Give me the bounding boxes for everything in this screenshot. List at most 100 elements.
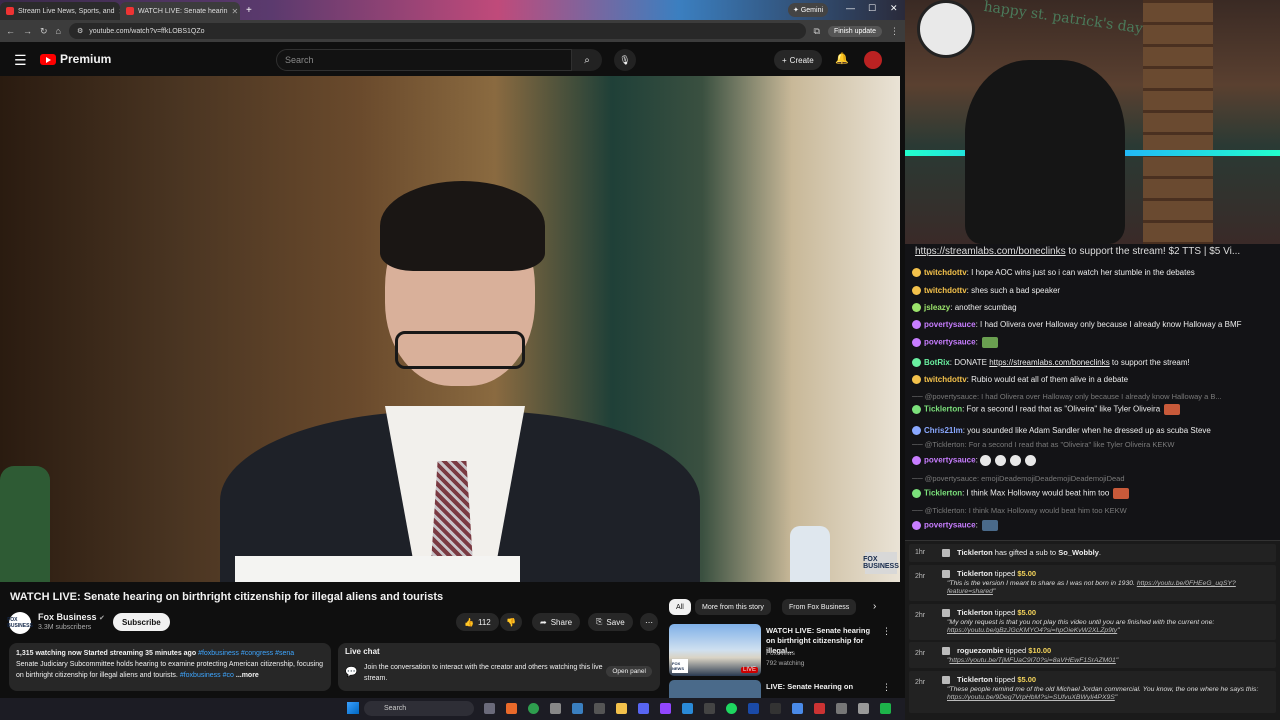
- more-vert-icon[interactable]: ⋮: [882, 682, 891, 693]
- create-button[interactable]: + Create: [774, 50, 822, 70]
- taskbar-search[interactable]: Search: [364, 701, 474, 716]
- terminal-icon[interactable]: [594, 703, 605, 714]
- search-input[interactable]: Search: [276, 49, 572, 71]
- app-icon[interactable]: [792, 703, 803, 714]
- chat-username[interactable]: povertysauce: [924, 521, 976, 530]
- spotify-icon[interactable]: [726, 703, 737, 714]
- app-icon[interactable]: [858, 703, 869, 714]
- chat-username[interactable]: BotRix: [924, 358, 950, 367]
- chat-username[interactable]: Ticklerton: [924, 405, 962, 414]
- task-view-icon[interactable]: [484, 703, 495, 714]
- save-button[interactable]: ⎘ Save: [588, 613, 633, 631]
- chrome-icon[interactable]: [528, 703, 539, 714]
- chevron-right-icon[interactable]: ›: [873, 601, 876, 612]
- chat-username[interactable]: twitchdottv: [924, 268, 967, 277]
- chip-from-fox-business[interactable]: From Fox Business: [782, 599, 857, 615]
- app-icon[interactable]: [836, 703, 847, 714]
- search-icon[interactable]: ⌕: [572, 49, 602, 71]
- youtube-logo[interactable]: Premium: [40, 52, 111, 66]
- maximize-icon[interactable]: ☐: [868, 3, 876, 14]
- recommendation-thumbnail[interactable]: [669, 680, 761, 698]
- chat-username[interactable]: jsleazy: [924, 303, 950, 312]
- tip-message-link[interactable]: https://youtu.be/9Deg7VrpHbM?si=SUfvuXBW…: [947, 694, 1115, 701]
- notifications-bell-icon[interactable]: 🔔: [835, 52, 849, 65]
- app-icon[interactable]: [682, 703, 693, 714]
- show-more-link[interactable]: ...more: [236, 672, 259, 679]
- mascot-plush-image: [917, 0, 975, 58]
- like-button[interactable]: 👍 112: [456, 613, 499, 631]
- file-explorer-icon[interactable]: [616, 703, 627, 714]
- chat-link[interactable]: https://streamlabs.com/boneclinks: [989, 358, 1110, 367]
- app-icon[interactable]: [550, 703, 561, 714]
- channel-avatar[interactable]: FOX BUSINESS: [7, 612, 33, 634]
- description-text-tags[interactable]: #foxbusiness #co: [180, 672, 234, 679]
- browser-tab-2[interactable]: WATCH LIVE: Senate hearin ✕: [120, 2, 240, 20]
- event-user[interactable]: Ticklerton: [957, 608, 993, 617]
- chat-text: : Rubio would eat all of them alive in a…: [966, 375, 1129, 384]
- gift-recipient[interactable]: So_Wobbly: [1058, 548, 1099, 557]
- chat-message: BotRix: DONATE https://streamlabs.com/bo…: [912, 358, 1274, 368]
- event-user[interactable]: Ticklerton: [957, 675, 993, 684]
- event-user[interactable]: Ticklerton: [957, 548, 993, 557]
- app-icon[interactable]: [506, 703, 517, 714]
- open-panel-button[interactable]: Open panel: [606, 666, 652, 677]
- dislike-button[interactable]: 👎: [500, 613, 522, 631]
- extensions-icon[interactable]: ⧉: [814, 26, 820, 37]
- chat-username[interactable]: twitchdottv: [924, 375, 967, 384]
- event-user[interactable]: Ticklerton: [957, 569, 993, 578]
- home-icon[interactable]: ⌂: [56, 26, 61, 36]
- app-icon[interactable]: [660, 703, 671, 714]
- tip-message-link[interactable]: https://youtu.be/TjMFUaC9I70?si=8aVHEwF1…: [949, 657, 1115, 664]
- reload-icon[interactable]: ↻: [40, 26, 48, 37]
- chat-badge-icon: [912, 375, 921, 385]
- video-player[interactable]: FOX BUSINESS: [0, 76, 900, 582]
- chip-all[interactable]: All: [669, 599, 691, 615]
- app-icon[interactable]: [814, 703, 825, 714]
- recommendation-channel[interactable]: Fox News: [766, 650, 795, 657]
- close-icon[interactable]: ✕: [231, 7, 238, 16]
- chat-username[interactable]: povertysauce: [924, 456, 976, 465]
- description-tags[interactable]: #foxbusiness #congress #sena: [198, 650, 294, 657]
- chat-badge-icon: [912, 303, 921, 313]
- tip-message-text: "This is the version I meant to share as…: [947, 580, 1137, 587]
- app-icon[interactable]: [748, 703, 759, 714]
- url-field[interactable]: ⚙ youtube.com/watch?v=ffkLOBS1QZo: [68, 23, 806, 39]
- chat-username[interactable]: Chris21Im: [924, 426, 963, 435]
- tip-message-link[interactable]: https://youtu.be/gBzJGcKMYO4?si=hpOieKvW…: [947, 627, 1117, 634]
- browser-menu-icon[interactable]: ⋮: [890, 26, 899, 37]
- description-box[interactable]: 1,315 watching now Started streaming 35 …: [9, 643, 331, 691]
- windows-start-icon[interactable]: [347, 702, 359, 714]
- chat-username[interactable]: povertysauce: [924, 338, 976, 347]
- site-info-icon[interactable]: ⚙: [77, 27, 83, 35]
- back-icon[interactable]: ←: [6, 26, 15, 36]
- avatar[interactable]: [864, 51, 882, 69]
- app-icon[interactable]: [880, 703, 891, 714]
- channel-name[interactable]: Fox Business ✔: [38, 612, 105, 622]
- more-actions-button[interactable]: ⋯: [640, 613, 658, 631]
- gemini-button[interactable]: ✦ Gemini: [788, 3, 828, 17]
- app-icon[interactable]: [704, 703, 715, 714]
- microphone-icon[interactable]: 🎙: [614, 49, 636, 71]
- pinned-link[interactable]: https://streamlabs.com/boneclinks: [915, 246, 1066, 257]
- app-icon[interactable]: [770, 703, 781, 714]
- forward-icon[interactable]: →: [23, 26, 32, 36]
- recommendation-title[interactable]: LIVE: Senate Hearing on: [766, 682, 878, 692]
- minimize-icon[interactable]: —: [846, 3, 855, 13]
- share-button[interactable]: ➦ Share: [532, 613, 581, 631]
- event-user[interactable]: roguezombie: [957, 646, 1004, 655]
- app-icon[interactable]: [572, 703, 583, 714]
- discord-icon[interactable]: [638, 703, 649, 714]
- address-bar-row: ← → ↻ ⌂ ⚙ youtube.com/watch?v=ffkLOBS1QZ…: [0, 20, 905, 42]
- chip-more-from-story[interactable]: More from this story: [695, 599, 771, 615]
- subscribe-button[interactable]: Subscribe: [113, 613, 170, 631]
- chat-username[interactable]: Ticklerton: [924, 489, 962, 498]
- recommendation-thumbnail[interactable]: FOX NEWS LIVE: [669, 624, 761, 676]
- more-vert-icon[interactable]: ⋮: [882, 626, 891, 637]
- finish-update-button[interactable]: Finish update: [827, 25, 882, 37]
- chat-username[interactable]: twitchdottv: [924, 286, 967, 295]
- hamburger-menu-icon[interactable]: ☰: [14, 52, 27, 69]
- new-tab-icon[interactable]: +: [246, 5, 252, 16]
- browser-tab-1[interactable]: Stream Live News, Sports, and ✕: [0, 2, 120, 20]
- window-close-icon[interactable]: ✕: [890, 3, 898, 14]
- chat-username[interactable]: povertysauce: [924, 320, 976, 329]
